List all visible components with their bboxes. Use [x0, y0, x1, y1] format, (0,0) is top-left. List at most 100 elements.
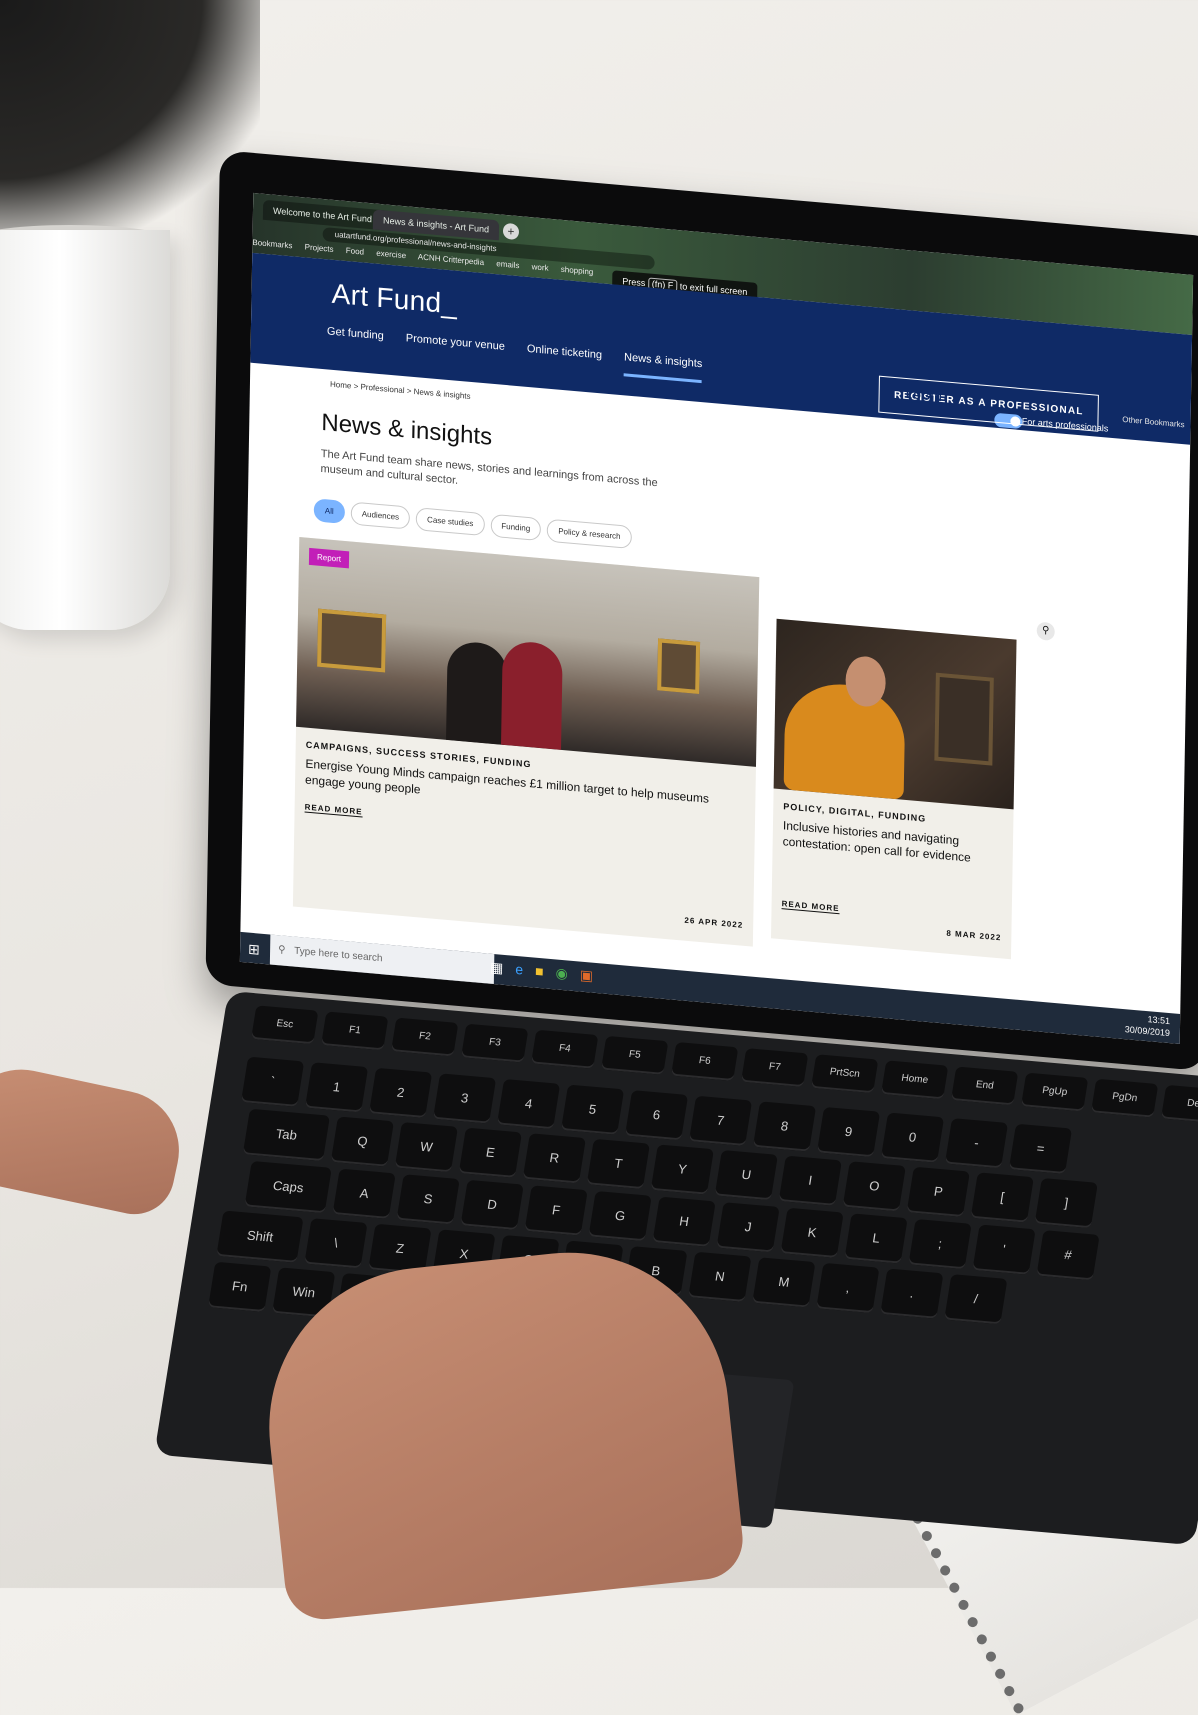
key[interactable]: 1: [304, 1062, 369, 1113]
key[interactable]: Del: [1160, 1084, 1198, 1124]
key[interactable]: 3: [432, 1073, 497, 1124]
bookmark-item[interactable]: exercise: [376, 249, 406, 261]
key[interactable]: F6: [671, 1042, 739, 1081]
key[interactable]: PrtScn: [811, 1054, 879, 1094]
article-card[interactable]: POLICY, DIGITAL, FUNDING Inclusive histo…: [770, 618, 1017, 960]
key[interactable]: 8: [752, 1101, 817, 1152]
site-logo[interactable]: Art Fund_: [331, 278, 457, 321]
nav-get-funding[interactable]: Get funding: [327, 325, 384, 355]
key[interactable]: K: [780, 1207, 844, 1259]
key[interactable]: L: [844, 1213, 908, 1264]
key[interactable]: T: [586, 1138, 650, 1190]
key[interactable]: PgUp: [1020, 1072, 1089, 1112]
key[interactable]: S: [396, 1174, 460, 1225]
key[interactable]: ': [972, 1224, 1036, 1275]
key[interactable]: Fn: [208, 1261, 272, 1313]
edge-icon[interactable]: e: [515, 961, 523, 979]
bookmark-item[interactable]: work: [532, 262, 549, 272]
file-explorer-icon[interactable]: ■: [535, 963, 544, 981]
filter-funding[interactable]: Funding: [490, 513, 542, 542]
read-more-link[interactable]: READ MORE: [304, 802, 363, 818]
key[interactable]: .: [880, 1268, 944, 1319]
key[interactable]: D: [460, 1179, 524, 1231]
key[interactable]: 0: [880, 1112, 945, 1163]
key[interactable]: 9: [816, 1106, 881, 1158]
key[interactable]: P: [906, 1166, 970, 1218]
other-bookmarks[interactable]: Other Bookmarks: [1122, 415, 1184, 429]
article-card[interactable]: Report CAMPAIGNS, SUCCESS STORIES, FUNDI…: [292, 536, 760, 947]
filter-audiences[interactable]: Audiences: [350, 501, 411, 530]
read-more-link[interactable]: READ MORE: [781, 899, 840, 915]
key[interactable]: ,: [816, 1262, 880, 1314]
key[interactable]: Shift: [216, 1210, 304, 1263]
key[interactable]: M: [752, 1257, 816, 1308]
key[interactable]: N: [688, 1251, 752, 1302]
key[interactable]: I: [778, 1155, 842, 1206]
key[interactable]: End: [950, 1066, 1019, 1106]
bookmark-item[interactable]: Bookmarks: [252, 238, 292, 250]
key[interactable]: O: [842, 1161, 906, 1212]
key[interactable]: G: [588, 1190, 652, 1242]
nav-promote-venue[interactable]: Promote your venue: [406, 332, 505, 366]
windows-start-icon[interactable]: ⊞: [248, 941, 260, 959]
key[interactable]: F3: [461, 1023, 529, 1063]
nav-online-ticketing[interactable]: Online ticketing: [527, 343, 602, 375]
article-title[interactable]: Inclusive histories and navigating conte…: [783, 817, 1004, 868]
key[interactable]: =: [1008, 1123, 1073, 1174]
key[interactable]: ;: [908, 1218, 972, 1270]
key[interactable]: 5: [560, 1084, 625, 1135]
key[interactable]: J: [716, 1202, 780, 1253]
filter-all[interactable]: All: [313, 498, 345, 524]
key[interactable]: F4: [531, 1029, 599, 1069]
bookmark-item[interactable]: Projects: [305, 242, 334, 254]
bookmark-item[interactable]: emails: [496, 259, 519, 270]
key[interactable]: W: [394, 1122, 459, 1173]
key[interactable]: A: [332, 1168, 396, 1219]
key[interactable]: \: [304, 1218, 368, 1269]
system-clock[interactable]: 13:51 30/09/2019: [1125, 1011, 1170, 1039]
chrome-icon[interactable]: ◉: [555, 964, 567, 982]
search-icon[interactable]: ⚲: [1036, 621, 1055, 641]
key[interactable]: Q: [330, 1116, 395, 1167]
breadcrumb[interactable]: Home > Professional > News & insights: [330, 380, 471, 401]
key[interactable]: F7: [741, 1048, 809, 1088]
key[interactable]: F5: [601, 1035, 669, 1075]
key[interactable]: E: [458, 1127, 522, 1178]
key[interactable]: F: [524, 1185, 588, 1236]
teams-icon[interactable]: ▣: [580, 967, 594, 985]
key[interactable]: 7: [688, 1095, 753, 1147]
task-view-icon[interactable]: ▦: [490, 959, 504, 977]
key[interactable]: 6: [624, 1090, 689, 1141]
key[interactable]: -: [944, 1118, 1009, 1169]
key[interactable]: R: [522, 1133, 586, 1184]
key[interactable]: Caps: [244, 1160, 332, 1214]
key[interactable]: #: [1036, 1230, 1100, 1281]
key[interactable]: `: [240, 1056, 305, 1107]
left-hand: [0, 1058, 191, 1222]
article-date: 26 APR 2022: [684, 915, 744, 930]
nav-news-insights[interactable]: News & insights: [623, 351, 703, 384]
key[interactable]: F2: [391, 1017, 459, 1057]
key[interactable]: PgDn: [1090, 1078, 1159, 1118]
key[interactable]: 2: [368, 1067, 433, 1119]
key[interactable]: ]: [1034, 1177, 1098, 1229]
key[interactable]: Esc: [251, 1005, 319, 1045]
key[interactable]: 4: [496, 1078, 561, 1130]
key[interactable]: Y: [650, 1144, 714, 1195]
bookmark-item[interactable]: Food: [346, 246, 364, 257]
key[interactable]: U: [714, 1150, 778, 1201]
filter-case-studies[interactable]: Case studies: [415, 507, 485, 537]
bookmark-item[interactable]: ACNH Critterpedia: [418, 252, 484, 267]
key[interactable]: [: [970, 1172, 1034, 1223]
new-tab-icon[interactable]: +: [502, 222, 520, 241]
key[interactable]: F1: [321, 1011, 389, 1051]
taskbar-search-input[interactable]: ⚲ Type here to search: [269, 934, 495, 985]
key[interactable]: Home: [880, 1060, 949, 1100]
key[interactable]: /: [944, 1274, 1008, 1325]
key[interactable]: H: [652, 1196, 716, 1247]
filter-policy-research[interactable]: Policy & research: [547, 518, 632, 549]
page-intro: The Art Fund team share news, stories an…: [320, 447, 658, 490]
bookmark-item[interactable]: shopping: [561, 265, 594, 277]
search-icon: ⚲: [278, 944, 286, 956]
key[interactable]: Tab: [242, 1108, 331, 1162]
